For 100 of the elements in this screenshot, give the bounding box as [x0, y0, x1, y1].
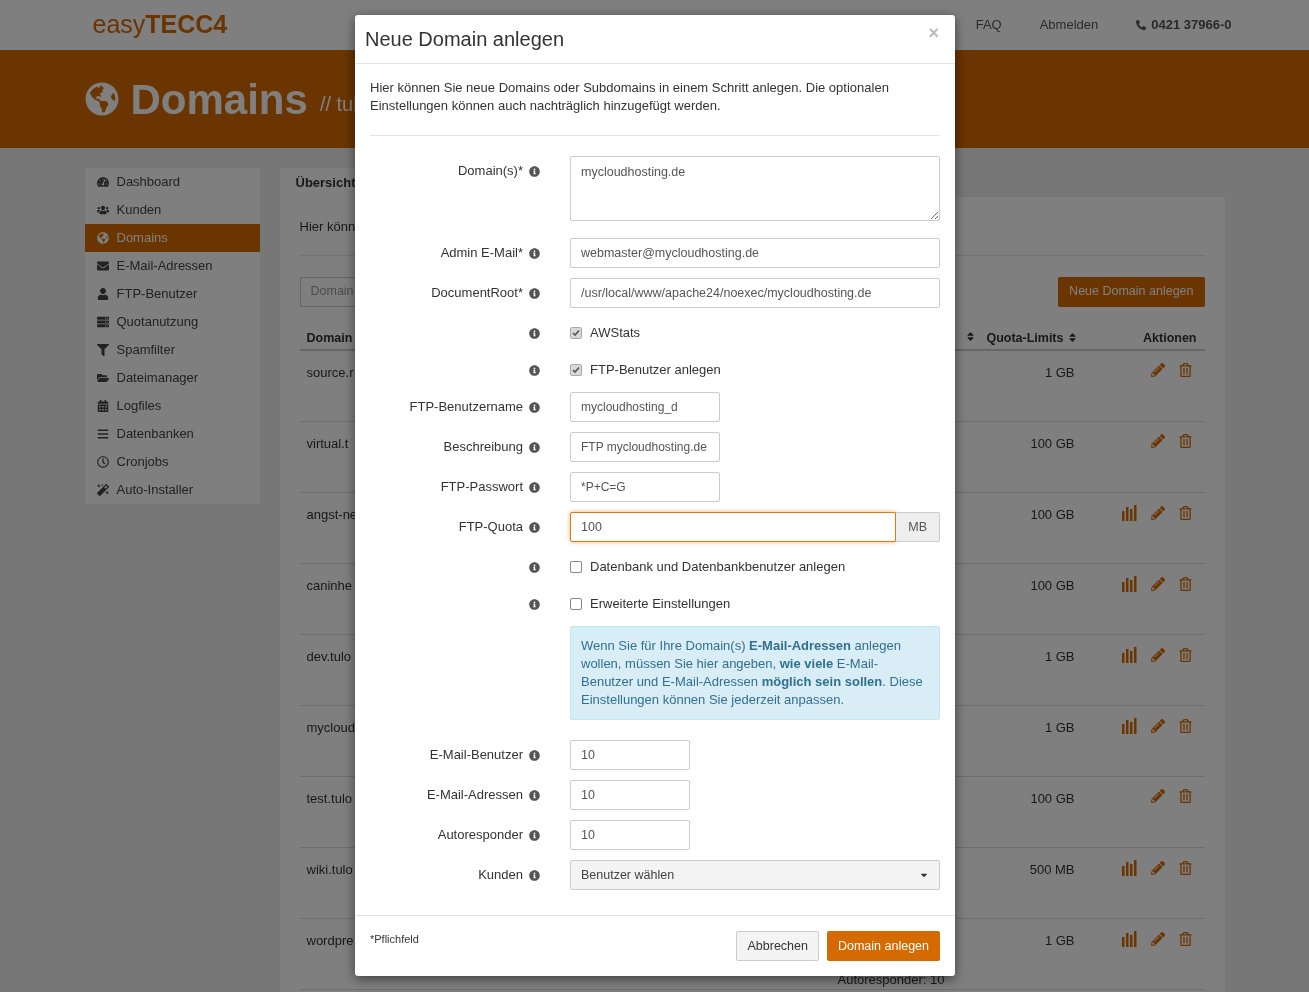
- info-icon[interactable]: [529, 327, 540, 339]
- checkbox[interactable]: [570, 364, 582, 376]
- trash-icon[interactable]: [1178, 362, 1192, 377]
- quota-cell-text: 1 GB: [1043, 931, 1076, 950]
- sidebar-item[interactable]: Dateimanager: [84, 364, 260, 392]
- field-label: Autoresponder: [437, 826, 523, 845]
- logo[interactable]: easyTECC4: [92, 6, 228, 44]
- edit-icon[interactable]: [1150, 576, 1165, 591]
- info-icon[interactable]: [529, 287, 540, 299]
- bar-chart-icon[interactable]: [1121, 646, 1137, 663]
- domain-cell-text: mycloud: [306, 718, 355, 737]
- user-icon: [96, 288, 109, 300]
- edit-icon[interactable]: [1150, 362, 1165, 377]
- bar-chart-icon[interactable]: [1121, 504, 1137, 521]
- field-label: Beschreibung: [443, 438, 523, 457]
- info-icon[interactable]: [529, 521, 540, 533]
- dashboard-icon: [96, 176, 109, 188]
- info-icon[interactable]: [529, 247, 540, 259]
- sidebar-item[interactable]: Dashboard: [84, 168, 260, 196]
- sidebar-item[interactable]: Datenbanken: [84, 420, 260, 448]
- bar-chart-icon[interactable]: [1121, 717, 1137, 734]
- info-icon[interactable]: [529, 481, 540, 493]
- input-field[interactable]: webmaster@mycloudhosting.de: [570, 238, 940, 268]
- trash-icon[interactable]: [1178, 433, 1192, 448]
- domain-cell-text: dev.tulo: [306, 647, 352, 666]
- field-label: FTP-Quota: [458, 518, 523, 537]
- input-field[interactable]: FTP mycloudhosting.de: [570, 432, 720, 462]
- info-icon[interactable]: [529, 829, 540, 841]
- trash-icon[interactable]: [1178, 647, 1192, 662]
- sidebar-item[interactable]: Spamfilter: [84, 336, 260, 364]
- sidebar-item[interactable]: E-Mail-Adressen: [84, 252, 260, 280]
- domain-cell-text: source.r: [306, 363, 354, 382]
- checkbox[interactable]: [570, 598, 582, 610]
- domain-cell-text: test.tulo: [306, 789, 353, 808]
- dialog-intro: Hier können Sie neue Domains oder Subdomains in einem Schritt anlegen. Die optionalen Einstellungen können auch nachträglich hinzugefügt werden.: [370, 79, 940, 136]
- trash-icon[interactable]: [1178, 788, 1192, 803]
- number-field[interactable]: 10: [570, 740, 690, 770]
- edit-icon[interactable]: [1150, 860, 1165, 875]
- field-label: FTP-Benutzername: [409, 398, 523, 417]
- info-icon[interactable]: [529, 364, 540, 376]
- info-icon[interactable]: [529, 789, 540, 801]
- info-icon[interactable]: [529, 165, 540, 177]
- domain-cell-text: angst-ne: [306, 505, 358, 524]
- quota-cell-text: 100 GB: [1029, 576, 1076, 595]
- trash-icon[interactable]: [1178, 576, 1192, 591]
- quota-cell-text: 100 GB: [1029, 505, 1076, 524]
- bar-chart-icon[interactable]: [1121, 859, 1137, 876]
- sidebar-item[interactable]: FTP-Benutzer: [84, 280, 260, 308]
- folder-icon: [96, 372, 109, 384]
- edit-icon[interactable]: [1150, 788, 1165, 803]
- unit-addon: MB: [896, 512, 940, 542]
- edit-icon[interactable]: [1150, 931, 1165, 946]
- customer-select[interactable]: Benutzer wählen: [570, 860, 940, 890]
- checkbox[interactable]: [570, 561, 582, 573]
- number-field[interactable]: 10: [570, 780, 690, 810]
- quota-cell-text: 1 GB: [1043, 647, 1076, 666]
- input-field[interactable]: mycloudhosting_d: [570, 392, 720, 422]
- sort-icon[interactable]: [965, 330, 975, 342]
- edit-icon[interactable]: [1150, 433, 1165, 448]
- domain-cell-text: caninhe: [306, 576, 353, 595]
- globe-icon: [96, 232, 109, 244]
- column-header[interactable]: Quota-Limits: [974, 328, 1080, 348]
- sidebar-item[interactable]: Kunden: [84, 196, 260, 224]
- check-icon: [572, 366, 580, 374]
- info-icon[interactable]: [529, 441, 540, 453]
- new-domain-button[interactable]: Neue Domain anlegen: [1058, 276, 1205, 307]
- checkbox[interactable]: [570, 327, 582, 339]
- nav-link[interactable]: Abmelden: [1039, 15, 1099, 35]
- quota-field[interactable]: 100: [570, 512, 897, 542]
- trash-icon[interactable]: [1178, 718, 1192, 733]
- info-icon[interactable]: [529, 598, 540, 610]
- create-domain-button[interactable]: Domain anlegen: [826, 931, 940, 961]
- sidebar-item[interactable]: Domains: [84, 224, 260, 252]
- number-field[interactable]: 10: [570, 820, 690, 850]
- sidebar-item[interactable]: Cronjobs: [84, 448, 260, 476]
- quota-cell-text: 1 GB: [1043, 718, 1076, 737]
- domains-textarea[interactable]: mycloudhosting.de: [570, 156, 940, 221]
- input-field[interactable]: *P+C=G: [570, 472, 720, 502]
- edit-icon[interactable]: [1150, 505, 1165, 520]
- bar-chart-icon[interactable]: [1121, 930, 1137, 947]
- sidebar-item[interactable]: Auto-Installer: [84, 476, 260, 504]
- info-icon[interactable]: [529, 561, 540, 573]
- trash-icon[interactable]: [1178, 860, 1192, 875]
- sidebar-item[interactable]: Quotanutzung: [84, 308, 260, 336]
- info-icon[interactable]: [529, 401, 540, 413]
- server-icon: [96, 316, 109, 328]
- edit-icon[interactable]: [1150, 718, 1165, 733]
- edit-icon[interactable]: [1150, 647, 1165, 662]
- trash-icon[interactable]: [1178, 505, 1192, 520]
- field-label: Kunden: [478, 866, 523, 885]
- nav-link[interactable]: FAQ: [975, 15, 1002, 35]
- sidebar-item[interactable]: Logfiles: [84, 392, 260, 420]
- trash-icon[interactable]: [1178, 931, 1192, 946]
- info-icon[interactable]: [529, 749, 540, 761]
- info-icon[interactable]: [529, 869, 540, 881]
- cancel-button[interactable]: Abbrechen: [736, 931, 819, 961]
- phone-number: 0421 37966-0: [1151, 16, 1232, 35]
- input-field[interactable]: /usr/local/www/apache24/noexec/mycloudhosting.de: [570, 278, 940, 308]
- checkbox-label: FTP-Benutzer anlegen: [590, 361, 721, 380]
- bar-chart-icon[interactable]: [1121, 575, 1137, 592]
